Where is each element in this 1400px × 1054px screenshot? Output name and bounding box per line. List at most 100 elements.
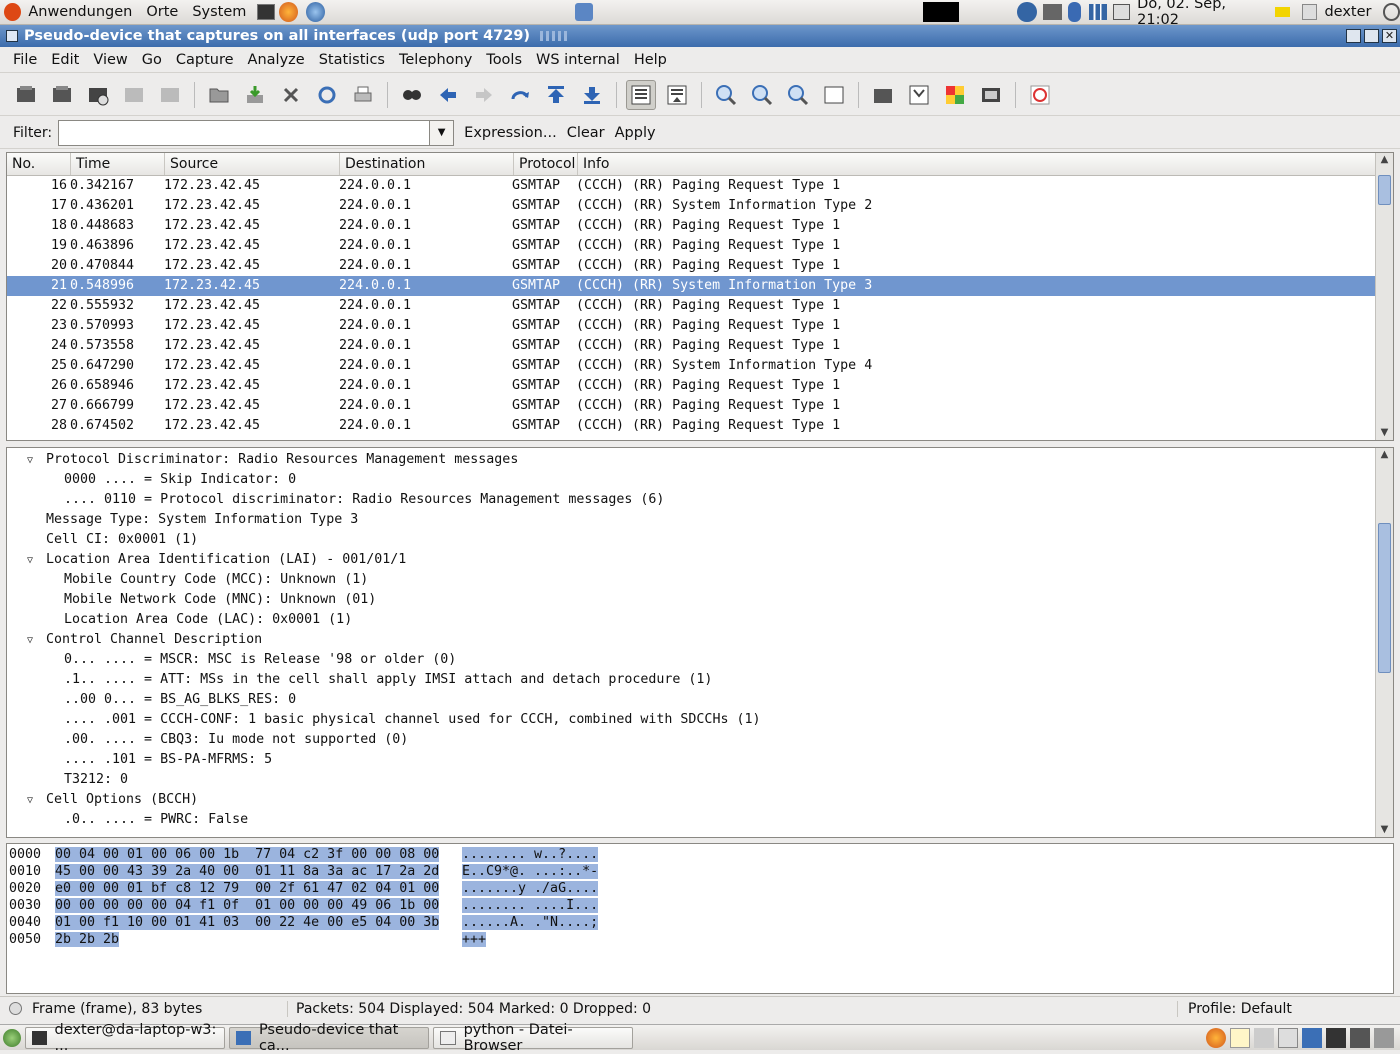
eject-icon[interactable] xyxy=(1275,7,1290,17)
accessibility-icon[interactable] xyxy=(1017,2,1036,22)
system-menu[interactable]: System xyxy=(185,4,253,20)
detail-tree-item[interactable]: .1.. .... = ATT: MSs in the cell shall a… xyxy=(7,670,1393,690)
applications-menu[interactable]: Anwendungen xyxy=(21,4,139,20)
packet-row[interactable]: 230.570993172.23.42.45224.0.0.1GSMTAP(CC… xyxy=(7,316,1393,336)
status-profile[interactable]: Profile: Default xyxy=(1177,1001,1400,1017)
detail-tree-item[interactable]: Location Area Code (LAC): 0x0001 (1) xyxy=(7,610,1393,630)
column-header-no[interactable]: No. xyxy=(7,153,71,175)
interface-list-icon[interactable] xyxy=(11,80,41,110)
column-header-destination[interactable]: Destination xyxy=(340,153,514,175)
menu-edit[interactable]: Edit xyxy=(44,52,86,68)
detail-tree-item[interactable]: 0000 .... = Skip Indicator: 0 xyxy=(7,470,1393,490)
hex-ascii[interactable]: ......A. ."N....; xyxy=(462,915,598,930)
go-to-packet-icon[interactable] xyxy=(505,80,535,110)
hex-bytes[interactable]: 45 00 00 43 39 2a 40 00 01 11 8a 3a ac 1… xyxy=(55,864,439,879)
scroll-up-icon[interactable]: ▲ xyxy=(1376,448,1393,462)
capture-options-icon[interactable] xyxy=(47,80,77,110)
column-header-info[interactable]: Info xyxy=(578,153,1393,175)
help-icon[interactable] xyxy=(1025,80,1055,110)
packet-row[interactable]: 170.436201172.23.42.45224.0.0.1GSMTAP(CC… xyxy=(7,196,1393,216)
menu-tools[interactable]: Tools xyxy=(479,52,529,68)
minimize-button[interactable] xyxy=(1346,29,1361,43)
firefox-tray-icon[interactable] xyxy=(1206,1028,1226,1048)
hex-ascii[interactable]: ........ ....I... xyxy=(462,898,598,913)
detail-tree-item[interactable]: Cell CI: 0x0001 (1) xyxy=(7,530,1393,550)
hex-bytes[interactable]: 2b 2b 2b xyxy=(55,932,119,947)
packet-row[interactable]: 200.470844172.23.42.45224.0.0.1GSMTAP(CC… xyxy=(7,256,1393,276)
reload-icon[interactable] xyxy=(312,80,342,110)
detail-tree-item[interactable]: 0... .... = MSCR: MSC is Release '98 or … xyxy=(7,650,1393,670)
zoom-in-icon[interactable] xyxy=(711,80,741,110)
filter-dropdown-button[interactable]: ▼ xyxy=(430,120,454,146)
packet-details-pane[interactable]: ▽Protocol Discriminator: Radio Resources… xyxy=(6,447,1394,838)
go-first-icon[interactable] xyxy=(541,80,571,110)
hex-ascii[interactable]: +++ xyxy=(462,932,486,947)
expander-open-icon[interactable]: ▽ xyxy=(27,451,40,471)
close-file-icon[interactable] xyxy=(276,80,306,110)
display-filters-icon[interactable] xyxy=(904,80,934,110)
detail-tree-item[interactable]: .0.. .... = PWRC: False xyxy=(7,810,1393,830)
detail-tree-item[interactable]: ▽Protocol Discriminator: Radio Resources… xyxy=(7,450,1393,470)
bluetooth-icon[interactable] xyxy=(1068,2,1082,22)
signal-strength-icon[interactable] xyxy=(1089,4,1106,20)
scrollbar-thumb[interactable] xyxy=(1378,523,1391,673)
find-packet-icon[interactable] xyxy=(397,80,427,110)
window-titlebar[interactable]: Pseudo-device that captures on all inter… xyxy=(0,25,1400,47)
hex-ascii[interactable]: ........ w..?.... xyxy=(462,847,598,862)
detail-tree-item[interactable]: ..00 0... = BS_AG_BLKS_RES: 0 xyxy=(7,690,1393,710)
resize-columns-icon[interactable] xyxy=(819,80,849,110)
menu-ws-internal[interactable]: WS internal xyxy=(529,52,627,68)
clear-filter-button[interactable]: Clear xyxy=(567,125,605,141)
menu-view[interactable]: View xyxy=(86,52,134,68)
details-scrollbar[interactable]: ▲ ▼ xyxy=(1375,448,1393,837)
capture-filters-icon[interactable] xyxy=(868,80,898,110)
detail-tree-item[interactable]: .... .101 = BS-PA-MFRMS: 5 xyxy=(7,750,1393,770)
menu-go[interactable]: Go xyxy=(135,52,169,68)
packet-bytes-pane[interactable]: 000000 04 00 01 00 06 00 1b 77 04 c2 3f … xyxy=(6,843,1394,994)
column-header-protocol[interactable]: Protocol xyxy=(514,153,578,175)
user-name[interactable]: dexter xyxy=(1317,4,1378,20)
expander-open-icon[interactable]: ▽ xyxy=(27,631,40,651)
monitor-tray-icon[interactable] xyxy=(1350,1028,1370,1048)
start-capture-icon[interactable] xyxy=(83,80,113,110)
disk-tray-icon[interactable] xyxy=(1278,1028,1298,1048)
notes-tray-icon[interactable] xyxy=(1230,1028,1250,1048)
packet-row[interactable]: 280.674502172.23.42.45224.0.0.1GSMTAP(CC… xyxy=(7,416,1393,436)
terminal-tray-icon[interactable] xyxy=(1326,1028,1346,1048)
menu-capture[interactable]: Capture xyxy=(169,52,241,68)
coloring-rules-icon[interactable] xyxy=(940,80,970,110)
expression-button[interactable]: Expression... xyxy=(464,125,557,141)
packet-row[interactable]: 260.658946172.23.42.45224.0.0.1GSMTAP(CC… xyxy=(7,376,1393,396)
detail-tree-item[interactable]: Mobile Country Code (MCC): Unknown (1) xyxy=(7,570,1393,590)
detail-tree-item[interactable]: ▽Cell Options (BCCH) xyxy=(7,790,1393,810)
ubuntu-logo-icon[interactable] xyxy=(4,3,21,21)
hex-ascii[interactable]: E..C9*@. ...:..*- xyxy=(462,864,598,879)
scrollbar-thumb[interactable] xyxy=(1378,175,1391,205)
zoom-normal-icon[interactable] xyxy=(783,80,813,110)
taskbar-item-file-browser[interactable]: python - Datei-Browser xyxy=(433,1027,633,1049)
hex-bytes[interactable]: 01 00 f1 10 00 01 41 03 00 22 4e 00 e5 0… xyxy=(55,915,439,930)
apply-filter-button[interactable]: Apply xyxy=(615,125,656,141)
auto-scroll-icon[interactable] xyxy=(662,80,692,110)
network-monitor-icon[interactable] xyxy=(1043,4,1062,20)
preferences-icon[interactable] xyxy=(976,80,1006,110)
detail-tree-item[interactable]: ▽Control Channel Description xyxy=(7,630,1393,650)
hex-bytes[interactable]: 00 04 00 01 00 06 00 1b 77 04 c2 3f 00 0… xyxy=(55,847,439,862)
menu-help[interactable]: Help xyxy=(627,52,674,68)
zoom-out-icon[interactable] xyxy=(747,80,777,110)
notes-applet-icon[interactable] xyxy=(575,3,592,21)
detail-tree-item[interactable]: .00. .... = CBQ3: Iu mode not supported … xyxy=(7,730,1393,750)
places-menu[interactable]: Orte xyxy=(139,4,185,20)
detail-tree-item[interactable]: Mobile Network Code (MNC): Unknown (01) xyxy=(7,590,1393,610)
scroll-down-icon[interactable]: ▼ xyxy=(1376,823,1393,837)
taskbar-item-terminal[interactable]: dexter@da-laptop-w3: ... xyxy=(25,1027,225,1049)
colorize-icon[interactable] xyxy=(626,80,656,110)
scroll-up-icon[interactable]: ▲ xyxy=(1376,153,1393,167)
wireshark-tray-icon[interactable] xyxy=(1302,1028,1322,1048)
menu-file[interactable]: File xyxy=(6,52,44,68)
expert-info-icon[interactable] xyxy=(9,1002,22,1015)
firefox-launcher-icon[interactable] xyxy=(279,2,298,22)
filter-input[interactable] xyxy=(58,120,430,146)
packet-row[interactable]: 190.463896172.23.42.45224.0.0.1GSMTAP(CC… xyxy=(7,236,1393,256)
power-icon[interactable] xyxy=(1383,3,1400,21)
